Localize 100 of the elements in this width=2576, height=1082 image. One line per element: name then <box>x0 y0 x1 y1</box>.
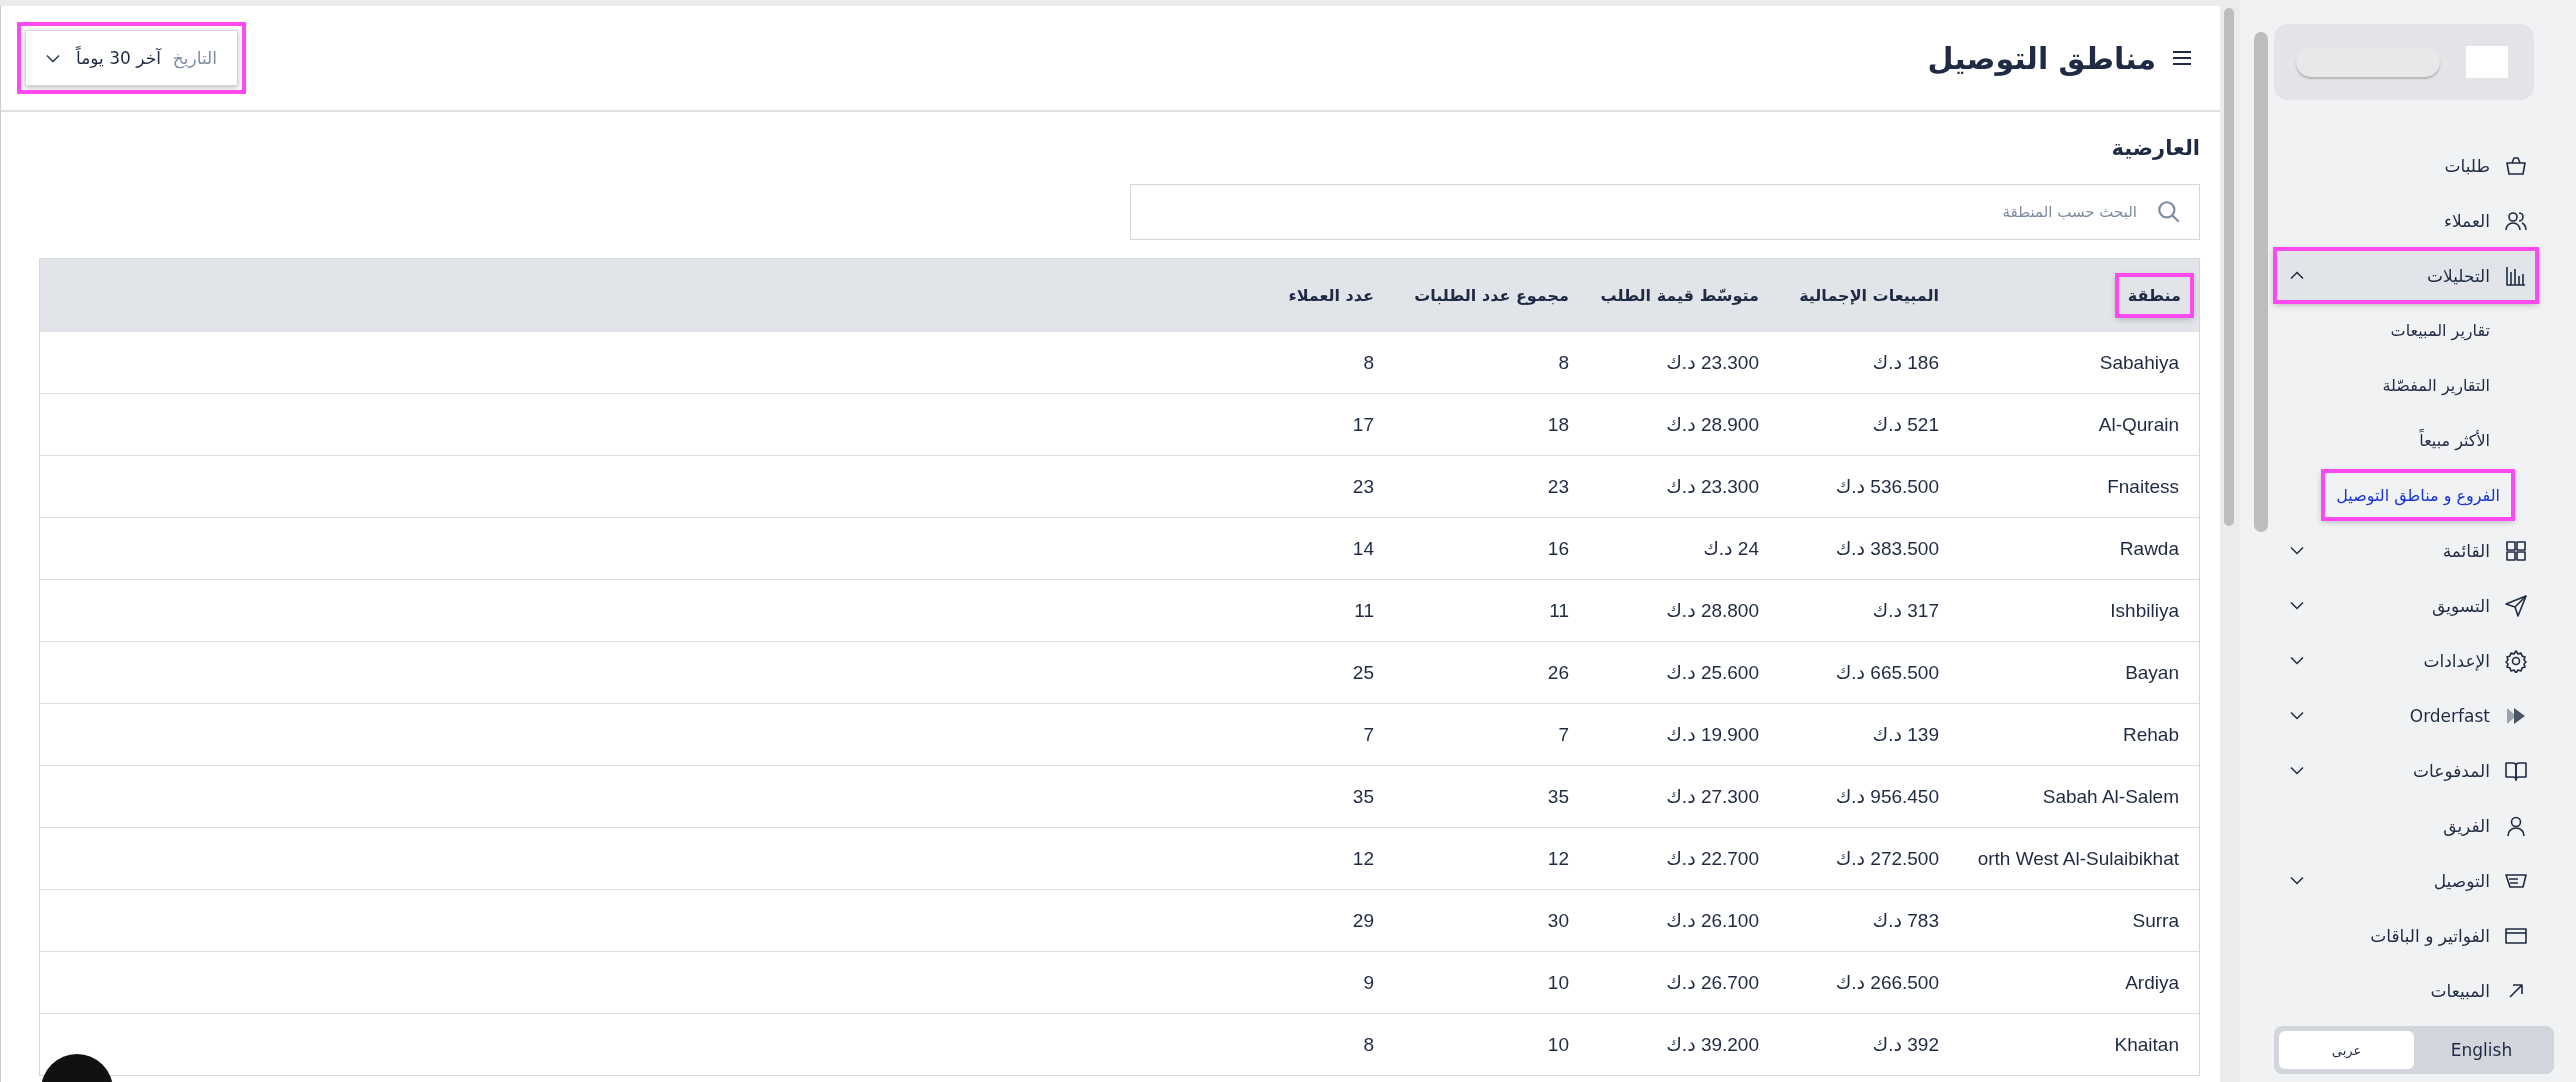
table-cell-text: 30 <box>1546 909 1569 932</box>
sidebar-item[interactable]: الفريق <box>2274 798 2538 853</box>
chevron-icon <box>2290 601 2304 610</box>
table-cell-text: 35 <box>1351 785 1374 808</box>
table-cell-text: 25 <box>1351 661 1374 684</box>
table-cell-text: 28.900 د.ك <box>1665 413 1759 436</box>
grid-icon <box>2504 538 2528 563</box>
table-cell-text: 14 <box>1351 537 1374 560</box>
table-cell-text: 11 <box>1353 599 1374 622</box>
submenu-item[interactable]: الأكثر مبيعاً <box>2274 413 2538 468</box>
table-cell-text: 19.900 د.ك <box>1665 723 1759 746</box>
table-cell-text: 7 <box>1362 723 1374 746</box>
table-cell-text: 272.500 د.ك <box>1834 847 1939 870</box>
submenu-item[interactable]: تقارير المبيعات <box>2274 303 2538 358</box>
table-cell-text: 521 د.ك <box>1871 413 1939 436</box>
column-header: المبيعات الإجمالية <box>1798 285 1939 305</box>
chevron-icon <box>2290 766 2304 775</box>
table-cell-text: Rehab <box>2122 723 2179 746</box>
search-icon <box>2156 199 2182 225</box>
table-cell-text: 8 <box>1362 1033 1374 1056</box>
chevron-icon <box>2290 656 2304 665</box>
table-cell-text: 11 <box>1548 599 1569 622</box>
column-header: مجموع عدد الطلبات <box>1413 285 1569 305</box>
sidebar-item[interactable]: المبيعات <box>2274 963 2538 1018</box>
column-header: منطقة <box>2115 273 2193 317</box>
sidebar-item[interactable]: التوصيل <box>2274 853 2538 908</box>
table-cell-text: 24 د.ك <box>1702 537 1759 560</box>
page-title: مناطق التوصيل <box>1927 40 2156 76</box>
table-cell-text: 35 <box>1546 785 1569 808</box>
table-cell-text: 12 <box>1351 847 1374 870</box>
table-cell-text: orth West Al-Sulaibikhat <box>1976 847 2179 870</box>
table-cell-text: Al-Qurain <box>2097 413 2179 436</box>
scrollbar[interactable] <box>2224 8 2234 526</box>
table-cell-text: Ishbiliya <box>2109 599 2179 622</box>
table-cell-text: 26.100 د.ك <box>1665 909 1759 932</box>
sidebar-item[interactable]: التسويق <box>2274 578 2538 633</box>
table-cell-text: 7 <box>1557 723 1569 746</box>
sidebar-item[interactable]: التحليلات <box>2274 248 2538 303</box>
sidebar-item[interactable]: Orderfast <box>2274 688 2538 743</box>
table-cell-text: 26 <box>1546 661 1569 684</box>
table-cell-text: 27.300 د.ك <box>1665 785 1759 808</box>
table-cell-text: 23 <box>1546 475 1569 498</box>
table-cell-text: 10 <box>1546 971 1569 994</box>
search-field[interactable]: البحث حسب المنطقة <box>1130 184 2200 240</box>
sidebar-item[interactable]: الإعدادات <box>2274 633 2538 688</box>
table-cell-text: 18 <box>1546 413 1569 436</box>
table-cell-text: Rawda <box>2118 537 2179 560</box>
sidebar-item[interactable]: القائمة <box>2274 523 2538 578</box>
column-header: عدد العملاء <box>1287 285 1374 305</box>
sidebar-item[interactable]: طلبات <box>2274 138 2538 193</box>
table-cell-text: 186 د.ك <box>1871 351 1939 374</box>
table-cell-text: 29 <box>1351 909 1374 932</box>
chevron-icon <box>2290 711 2304 720</box>
table-cell-text: 10 <box>1546 1033 1569 1056</box>
table-cell-text: 16 <box>1546 537 1569 560</box>
table-cell-text: Surra <box>2131 909 2179 932</box>
table-cell-text: 23.300 د.ك <box>1665 475 1759 498</box>
settings-icon <box>2504 648 2528 673</box>
table-cell-text: 139 د.ك <box>1871 723 1939 746</box>
table-cell-text: 23.300 د.ك <box>1665 351 1759 374</box>
chevron-icon <box>46 53 60 63</box>
table-cell-text: 23 <box>1351 475 1374 498</box>
table-cell-text: Ardiya <box>2124 971 2179 994</box>
table-cell-text: Fnaitess <box>2106 475 2179 498</box>
table-cell-text: 665.500 د.ك <box>1834 661 1939 684</box>
table-cell-text: 17 <box>1351 413 1374 436</box>
submenu-item[interactable]: الفروع و مناطق التوصيل <box>2322 470 2514 520</box>
table-cell-text: 392 د.ك <box>1871 1033 1939 1056</box>
sidebar-item[interactable]: المدفوعات <box>2274 743 2538 798</box>
table-cell-text: 266.500 د.ك <box>1834 971 1939 994</box>
scrollbar[interactable] <box>2254 32 2268 532</box>
table-cell-text: 8 <box>1557 351 1569 374</box>
table-cell-text: 536.500 د.ك <box>1834 475 1939 498</box>
sidebar-item[interactable]: العملاء <box>2274 193 2538 248</box>
table-cell-text: Sabahiya <box>2098 351 2179 374</box>
table-cell-text: 783 د.ك <box>1871 909 1939 932</box>
send-icon <box>2504 593 2528 618</box>
table-cell-text: Khaitan <box>2113 1033 2179 1056</box>
table-cell-text: 8 <box>1362 351 1374 374</box>
sidebar-item[interactable]: الفواتير و الباقات <box>2274 908 2538 963</box>
column-header: متوسّط قيمة الطلب <box>1599 285 1759 305</box>
chevron-icon <box>2290 546 2304 555</box>
submenu-item[interactable]: التقارير المفصّلة <box>2274 358 2538 413</box>
table-cell-text: 956.450 د.ك <box>1834 785 1939 808</box>
language-option[interactable]: English <box>2414 1031 2549 1069</box>
table-cell-text: 26.700 د.ك <box>1665 971 1759 994</box>
table-cell-text: Bayan <box>2124 661 2179 684</box>
logo-image <box>2466 46 2508 78</box>
table-cell-text: 9 <box>1362 971 1374 994</box>
menu-icon[interactable] <box>2172 50 2192 66</box>
table-cell-text: 28.800 د.ك <box>1665 599 1759 622</box>
chevron-icon <box>2290 876 2304 885</box>
table-cell-text: 22.700 د.ك <box>1665 847 1759 870</box>
chevron-icon <box>2290 271 2304 280</box>
table-cell-text: 25.600 د.ك <box>1665 661 1759 684</box>
table-cell-text: Sabah Al-Salem <box>2041 785 2179 808</box>
table-cell-text: 383.500 د.ك <box>1834 537 1939 560</box>
language-option[interactable]: عربى <box>2279 1031 2414 1069</box>
table-cell-text: 317 د.ك <box>1871 599 1939 622</box>
table-cell-text: 39.200 د.ك <box>1665 1033 1759 1056</box>
